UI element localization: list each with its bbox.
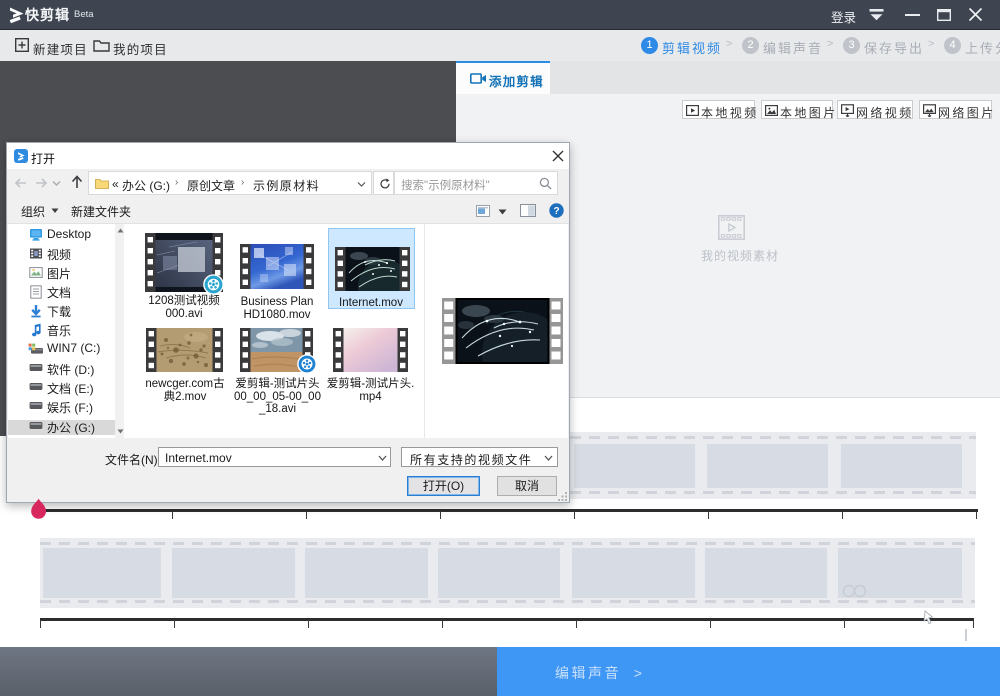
svg-text:?: ?	[553, 206, 559, 217]
